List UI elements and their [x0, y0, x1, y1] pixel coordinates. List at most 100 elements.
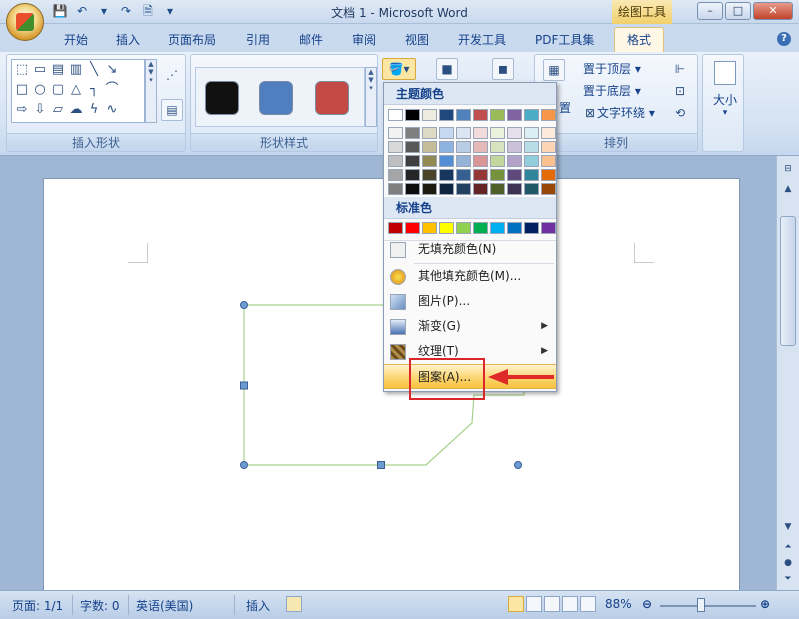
3d-effects-icon[interactable]: ◼ — [492, 58, 514, 80]
theme-color-swatch[interactable] — [388, 109, 403, 121]
theme-shade-swatch[interactable] — [541, 155, 556, 167]
theme-color-swatch[interactable] — [473, 109, 488, 121]
standard-color-swatch[interactable] — [456, 222, 471, 234]
vertical-textbox-icon[interactable]: ▭ — [32, 62, 48, 78]
zoom-slider[interactable] — [660, 605, 756, 607]
tab-page-layout[interactable]: 页面布局 — [168, 29, 216, 51]
standard-color-swatch[interactable] — [541, 222, 556, 234]
theme-shade-swatch[interactable] — [473, 183, 488, 195]
send-to-back-button[interactable]: 置于底层 ▾ — [583, 81, 641, 101]
triangle-shape-icon[interactable]: △ — [68, 82, 84, 98]
macro-record-icon[interactable] — [286, 596, 302, 612]
tab-insert[interactable]: 插入 — [116, 29, 140, 51]
tab-format[interactable]: 格式 — [614, 27, 665, 52]
style-gallery-scroll[interactable]: ▲ ▼ ▾ — [365, 67, 377, 127]
align-icon[interactable]: ⊩ — [669, 59, 691, 81]
tab-review[interactable]: 审阅 — [352, 29, 376, 51]
theme-shade-swatch[interactable] — [388, 127, 403, 139]
theme-shade-swatch[interactable] — [490, 169, 505, 181]
minimize-button[interactable]: – — [697, 2, 723, 20]
right-arrow-shape-icon[interactable]: ⇨ — [14, 102, 30, 118]
bring-to-front-button[interactable]: 置于顶层 ▾ — [583, 59, 641, 79]
theme-shade-swatch[interactable] — [541, 183, 556, 195]
theme-color-swatch[interactable] — [490, 109, 505, 121]
theme-shade-swatch[interactable] — [405, 127, 420, 139]
print-layout-view-icon[interactable] — [508, 596, 524, 612]
theme-shade-swatch[interactable] — [388, 183, 403, 195]
more-fill-colors-menu-item[interactable]: 其他填充颜色(M)... — [384, 264, 556, 289]
ruler-toggle-icon[interactable]: ⊟ — [781, 164, 795, 178]
rotate-icon[interactable]: ⟲ — [669, 103, 691, 125]
flowchart-shape-icon[interactable]: ▱ — [50, 102, 66, 118]
page-count[interactable]: 页面: 1/1 — [12, 597, 63, 614]
close-button[interactable]: ✕ — [753, 2, 793, 20]
tab-home[interactable]: 开始 — [64, 29, 88, 51]
theme-shade-swatch[interactable] — [507, 169, 522, 181]
standard-color-swatch[interactable] — [422, 222, 437, 234]
theme-shade-swatch[interactable] — [422, 127, 437, 139]
theme-shade-swatch[interactable] — [388, 155, 403, 167]
theme-shade-swatch[interactable] — [388, 141, 403, 153]
vertical-scrollbar[interactable]: ⊟ ▲ ▼ ⏶ ● ⏷ — [776, 156, 799, 590]
oval-shape-icon[interactable]: ○ — [32, 82, 48, 98]
theme-shade-swatch[interactable] — [456, 155, 471, 167]
theme-shade-swatch[interactable] — [541, 141, 556, 153]
theme-shade-swatch[interactable] — [456, 141, 471, 153]
theme-color-swatch[interactable] — [541, 109, 556, 121]
draft-view-icon[interactable] — [580, 596, 596, 612]
theme-shade-swatch[interactable] — [507, 127, 522, 139]
theme-shade-swatch[interactable] — [490, 141, 505, 153]
theme-shade-swatch[interactable] — [422, 169, 437, 181]
lightning-shape-icon[interactable]: ϟ — [86, 102, 102, 118]
down-arrow-shape-icon[interactable]: ⇩ — [32, 102, 48, 118]
office-button[interactable] — [6, 3, 44, 41]
theme-shade-swatch[interactable] — [524, 155, 539, 167]
theme-shade-swatch[interactable] — [473, 141, 488, 153]
text-wrap-button[interactable]: 文字环绕 ▾ — [597, 103, 655, 123]
rounded-rect-icon[interactable]: ▢ — [50, 82, 66, 98]
standard-color-swatch[interactable] — [473, 222, 488, 234]
web-layout-icon[interactable] — [544, 596, 560, 612]
position-icon[interactable]: ▦ — [543, 59, 565, 81]
scroll-up-icon[interactable]: ▲ — [781, 184, 795, 198]
previous-page-icon[interactable]: ⏶ — [781, 542, 795, 556]
arrow-line-icon[interactable]: ↘ — [104, 62, 120, 78]
theme-shade-swatch[interactable] — [456, 127, 471, 139]
line-shape-icon[interactable]: ╲ — [86, 62, 102, 78]
theme-shade-swatch[interactable] — [439, 155, 454, 167]
theme-shade-swatch[interactable] — [490, 183, 505, 195]
group-icon[interactable]: ⊡ — [669, 81, 691, 103]
theme-shade-swatch[interactable] — [541, 127, 556, 139]
theme-shade-swatch[interactable] — [405, 183, 420, 195]
tab-references[interactable]: 引用 — [246, 29, 270, 51]
theme-shade-swatch[interactable] — [456, 169, 471, 181]
gradient-fill-menu-item[interactable]: 渐变(G) ▶ — [384, 314, 556, 339]
standard-color-swatch[interactable] — [388, 222, 403, 234]
theme-color-swatch[interactable] — [507, 109, 522, 121]
scrollbar-thumb[interactable] — [780, 216, 796, 346]
rectangle-shape-icon[interactable]: □ — [14, 82, 30, 98]
next-page-icon[interactable]: ⏷ — [781, 574, 795, 588]
fill-color-button[interactable]: 🪣▾ — [382, 58, 416, 80]
theme-shade-swatch[interactable] — [524, 127, 539, 139]
style-swatch-blue[interactable] — [259, 81, 293, 115]
cloud-shape-icon[interactable]: ☁ — [68, 102, 84, 118]
no-fill-menu-item[interactable]: 无填充颜色(N) — [384, 237, 556, 262]
theme-shade-swatch[interactable] — [422, 141, 437, 153]
insert-mode-indicator[interactable]: 插入 — [246, 597, 270, 614]
maximize-button[interactable]: □ — [725, 2, 751, 20]
standard-color-swatch[interactable] — [439, 222, 454, 234]
theme-shade-swatch[interactable] — [439, 127, 454, 139]
theme-shade-swatch[interactable] — [507, 183, 522, 195]
draw-textbox-icon[interactable]: ▤ — [161, 99, 183, 121]
theme-shade-swatch[interactable] — [422, 155, 437, 167]
theme-shade-swatch[interactable] — [405, 141, 420, 153]
theme-shade-swatch[interactable] — [405, 155, 420, 167]
theme-shade-swatch[interactable] — [439, 141, 454, 153]
shapes-gallery-scroll[interactable]: ▲ ▼ ▾ — [145, 59, 157, 123]
theme-shade-swatch[interactable] — [388, 169, 403, 181]
theme-color-swatch[interactable] — [405, 109, 420, 121]
shapes-gallery[interactable]: ⬚ ▭ ▤ ▥ ╲ ↘ □ ○ ▢ △ ┐ ⌒ ⇨ ⇩ ▱ ☁ ϟ ∿ — [11, 59, 145, 123]
theme-shade-swatch[interactable] — [524, 141, 539, 153]
textbox-a-icon[interactable]: ▤ — [50, 62, 66, 78]
